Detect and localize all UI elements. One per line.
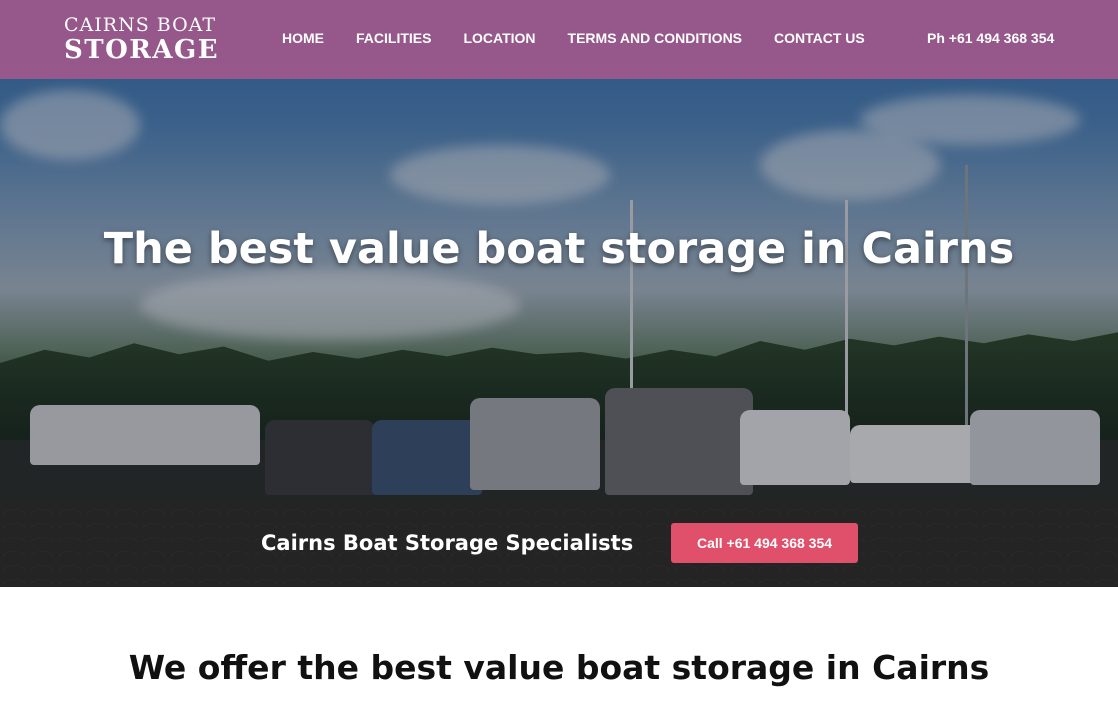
cta-band: Cairns Boat Storage Specialists Call +61… xyxy=(0,500,1118,587)
nav-location[interactable]: LOCATION xyxy=(463,30,535,46)
logo-line-1: CAIRNS BOAT xyxy=(64,14,216,36)
intro-text-before: We offer the xyxy=(128,648,371,687)
hero-title: The best value boat storage in Cairns xyxy=(103,224,1015,274)
cta-band-text: Cairns Boat Storage Specialists xyxy=(261,531,634,555)
main-nav: HOME FACILITIES LOCATION TERMS AND CONDI… xyxy=(282,30,897,46)
nav-home[interactable]: HOME xyxy=(282,30,324,46)
logo-line-2: STORAGE xyxy=(64,35,220,65)
header-phone[interactable]: Ph +61 494 368 354 xyxy=(927,30,1054,46)
site-header: CAIRNS BOAT STORAGE HOME FACILITIES LOCA… xyxy=(0,0,1118,79)
nav-terms-and-conditions[interactable]: TERMS AND CONDITIONS xyxy=(568,30,742,46)
call-button[interactable]: Call +61 494 368 354 xyxy=(671,523,858,563)
intro-text-bold: best value boat storage xyxy=(370,648,815,687)
nav-contact-us[interactable]: CONTACT US xyxy=(774,30,865,46)
intro-text-after: in Cairns xyxy=(814,648,990,687)
nav-facilities[interactable]: FACILITIES xyxy=(356,30,431,46)
site-logo[interactable]: CAIRNS BOAT STORAGE xyxy=(64,14,219,64)
intro-heading: We offer the best value boat storage in … xyxy=(0,648,1118,687)
